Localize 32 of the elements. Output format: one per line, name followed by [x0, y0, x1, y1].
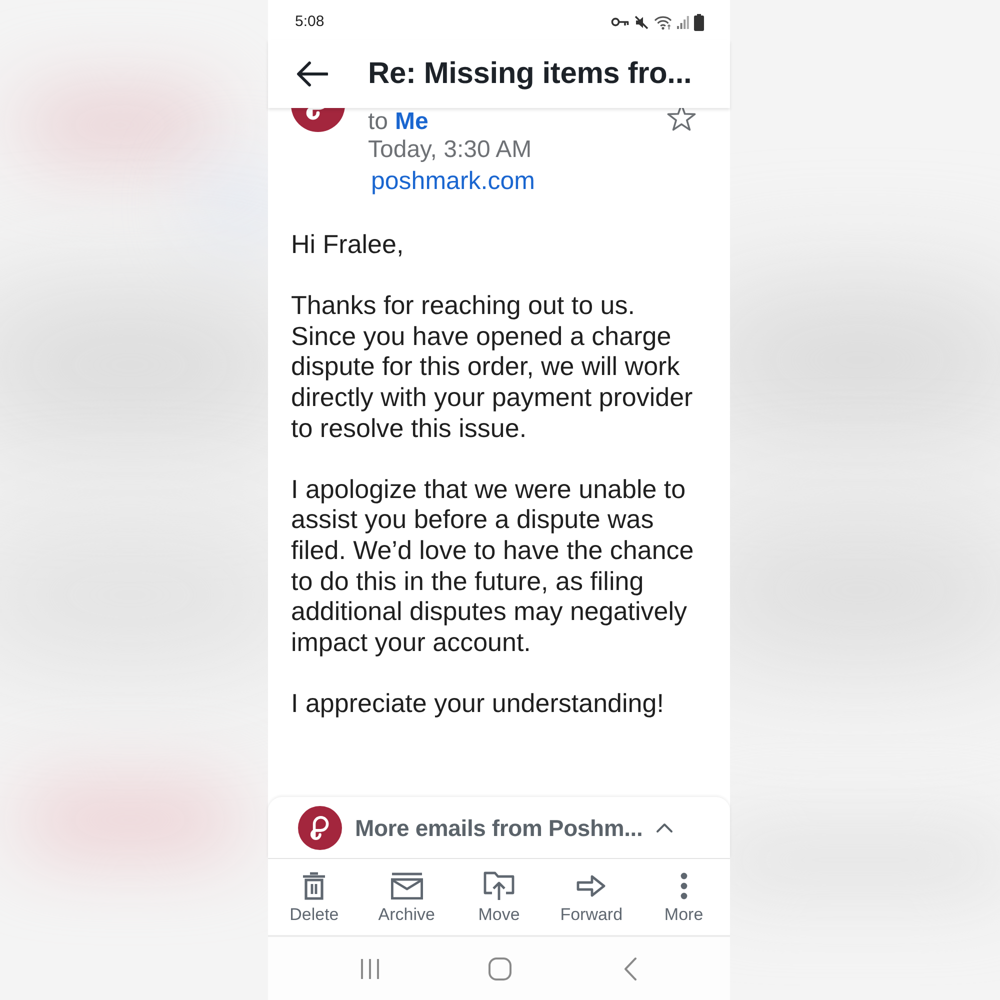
recipient-label: to [368, 110, 388, 134]
body-paragraph: Thanks for reaching out to us. Since you have opened a charge dispute for this order, we will work directly with your payment provider to resolve this issue. [291, 290, 694, 444]
message-date: Today, 3:30 AM [368, 135, 533, 165]
back-icon[interactable] [296, 61, 328, 87]
chevron-up-icon [656, 822, 673, 832]
sender-domain-link[interactable]: poshmark.com [371, 166, 535, 196]
mute-icon [634, 14, 649, 30]
home-icon[interactable] [488, 956, 512, 980]
archive-icon [390, 872, 424, 900]
trash-icon [301, 872, 328, 900]
more-vertical-icon [680, 872, 688, 900]
email-subject: Re: Missing items fro... [368, 56, 692, 92]
recents-icon[interactable] [360, 958, 380, 980]
wifi-icon [654, 14, 672, 30]
battery-icon [694, 14, 704, 30]
signal-icon [677, 16, 689, 28]
star-icon[interactable] [666, 108, 697, 132]
folder-arrow-up-icon [482, 871, 515, 901]
body-paragraph: Hi Fralee, [291, 229, 405, 260]
arrow-right-icon [576, 874, 606, 898]
more-button[interactable]: More [638, 859, 730, 935]
key-icon [611, 17, 629, 27]
body-paragraph: I apologize that we were unable to assist you before a dispute was filed. We’d love to have the chance to do this in the future, as filing additional disputes may negatively impact your account. [291, 474, 695, 658]
body-paragraph: I appreciate your understanding! [291, 688, 665, 718]
forward-button[interactable]: Forward [545, 859, 638, 935]
move-button[interactable]: Move [452, 859, 546, 935]
status-time: 5:08 [295, 13, 324, 31]
delete-button[interactable]: Delete [268, 859, 360, 935]
more-emails-button[interactable]: More emails from Poshm... [268, 797, 730, 858]
recipient-link[interactable]: Me [395, 110, 428, 134]
archive-button[interactable]: Archive [360, 859, 453, 935]
sender-logo-icon [298, 806, 342, 850]
